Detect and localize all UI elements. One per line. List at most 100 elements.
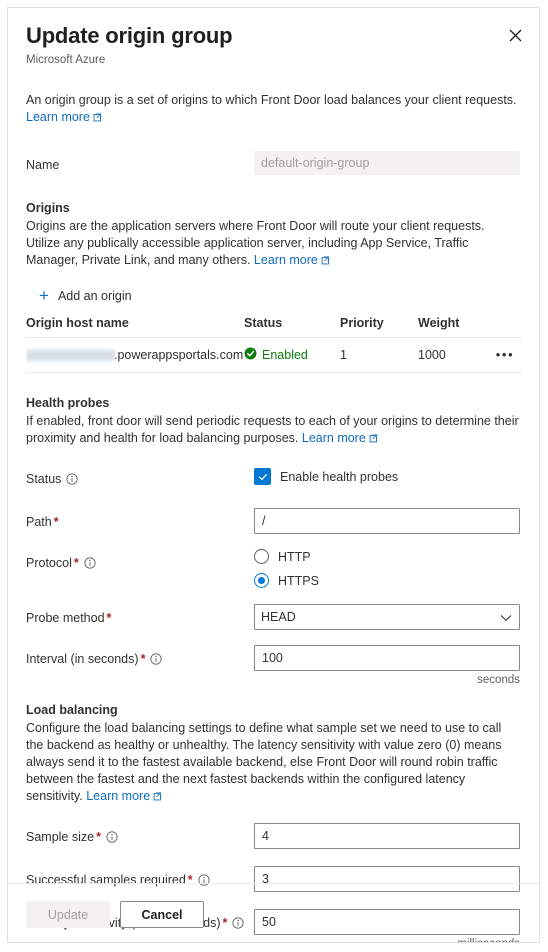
intro-learn-more-label: Learn more bbox=[26, 110, 90, 124]
origins-learn-more-link[interactable]: Learn more bbox=[254, 253, 330, 267]
successful-samples-field-label: Successful samples required bbox=[26, 873, 186, 887]
path-row: Path * bbox=[26, 508, 521, 535]
load-balancing-learn-more-label: Learn more bbox=[86, 789, 151, 803]
origins-section: Origins Origins are the application serv… bbox=[26, 200, 522, 373]
health-probes-description-text: If enabled, front door will send periodi… bbox=[26, 414, 519, 445]
enable-health-probes-label: Enable health probes bbox=[280, 469, 399, 484]
intro-learn-more-link[interactable]: Learn more bbox=[26, 110, 102, 124]
page-title: Update origin group bbox=[26, 23, 233, 48]
status-label-cell: Status bbox=[26, 465, 254, 494]
latency-unit-label: milliseconds bbox=[254, 938, 520, 942]
origins-table: Origin host name Status Priority Weight … bbox=[26, 316, 522, 373]
status-badge: Enabled bbox=[244, 347, 308, 363]
external-link-icon bbox=[153, 789, 162, 806]
interval-row: Interval (in seconds)* seconds bbox=[26, 645, 521, 686]
successful-samples-input[interactable] bbox=[254, 866, 520, 892]
load-balancing-description: Configure the load balancing settings to… bbox=[26, 720, 521, 806]
required-asterisk: * bbox=[73, 556, 79, 570]
info-icon[interactable] bbox=[106, 826, 118, 852]
cell-status: Enabled bbox=[244, 337, 340, 373]
footer-actions: Update Cancel bbox=[26, 901, 204, 928]
plus-icon: + bbox=[39, 286, 49, 305]
status-row: Status Enable health probes bbox=[26, 465, 521, 494]
protocol-option-label: HTTPS bbox=[278, 573, 319, 588]
protocol-radio-group: HTTP HTTPS bbox=[254, 549, 521, 588]
required-asterisk: * bbox=[140, 652, 146, 666]
add-an-origin-label: Add an origin bbox=[57, 288, 132, 303]
required-asterisk: * bbox=[53, 515, 59, 529]
health-probes-description: If enabled, front door will send periodi… bbox=[26, 413, 521, 448]
protocol-label-cell: Protocol * bbox=[26, 549, 254, 578]
protocol-row: Protocol * HTTP HTTPS bbox=[26, 549, 521, 588]
sample-size-field-label: Sample size bbox=[26, 830, 95, 844]
name-label: Name bbox=[26, 158, 60, 172]
probe-method-field-label: Probe method bbox=[26, 611, 105, 625]
page-subtitle: Microsoft Azure bbox=[26, 54, 106, 66]
path-label-cell: Path * bbox=[26, 508, 254, 535]
probe-method-select[interactable]: HEAD bbox=[254, 604, 520, 630]
intro-text: An origin group is a set of origins to w… bbox=[26, 92, 521, 127]
table-row[interactable]: .powerappsportals.com Enabled 1 1000 ••• bbox=[26, 337, 522, 373]
external-link-icon bbox=[93, 110, 102, 127]
cell-priority: 1 bbox=[340, 337, 418, 373]
path-input[interactable] bbox=[254, 508, 520, 534]
status-field-label: Status bbox=[26, 472, 62, 486]
sample-size-row: Sample size * bbox=[26, 823, 521, 852]
health-probes-learn-more-label: Learn more bbox=[301, 431, 366, 445]
cancel-button[interactable]: Cancel bbox=[120, 901, 204, 928]
panel-header: Update origin group Microsoft Azure bbox=[8, 8, 539, 68]
footer-divider bbox=[8, 883, 539, 884]
info-icon[interactable] bbox=[66, 468, 79, 494]
cell-origin-host-name: .powerappsportals.com bbox=[26, 337, 244, 373]
origins-heading: Origins bbox=[26, 201, 70, 215]
sample-size-label-cell: Sample size * bbox=[26, 823, 254, 852]
update-origin-group-panel: Update origin group Microsoft Azure An o… bbox=[7, 7, 540, 943]
add-an-origin-button[interactable]: + Add an origin bbox=[39, 287, 132, 304]
interval-input[interactable] bbox=[254, 645, 520, 671]
update-button[interactable]: Update bbox=[26, 901, 110, 928]
info-icon[interactable] bbox=[150, 648, 163, 674]
probe-method-label-cell: Probe method * bbox=[26, 604, 254, 631]
protocol-radio-https[interactable]: HTTPS bbox=[254, 573, 521, 588]
close-icon[interactable] bbox=[501, 21, 529, 49]
radio-selected-icon bbox=[254, 573, 269, 588]
required-asterisk: * bbox=[106, 611, 112, 625]
load-balancing-learn-more-link[interactable]: Learn more bbox=[86, 789, 162, 803]
health-probes-heading: Health probes bbox=[26, 396, 110, 410]
name-input[interactable] bbox=[254, 151, 520, 175]
name-row: Name bbox=[26, 151, 521, 178]
protocol-radio-http[interactable]: HTTP bbox=[254, 549, 521, 564]
required-asterisk: * bbox=[187, 873, 193, 887]
intro-description: An origin group is a set of origins to w… bbox=[26, 93, 517, 107]
table-header-row: Origin host name Status Priority Weight bbox=[26, 316, 522, 338]
enable-health-probes-checkbox[interactable]: Enable health probes bbox=[254, 465, 521, 485]
sample-size-input[interactable] bbox=[254, 823, 520, 849]
column-header-weight: Weight bbox=[418, 316, 488, 338]
protocol-field-label: Protocol bbox=[26, 556, 72, 570]
successful-samples-row: Successful samples required * bbox=[26, 866, 521, 895]
required-asterisk: * bbox=[222, 916, 228, 930]
probe-method-row: Probe method * HEAD bbox=[26, 604, 521, 631]
column-header-actions bbox=[488, 316, 522, 338]
path-field-label: Path bbox=[26, 515, 52, 529]
latency-sensitivity-input[interactable] bbox=[254, 909, 520, 935]
required-asterisk: * bbox=[96, 830, 101, 844]
column-header-origin-host-name: Origin host name bbox=[26, 316, 244, 338]
column-header-status: Status bbox=[244, 316, 340, 338]
protocol-option-label: HTTP bbox=[278, 549, 311, 564]
info-icon[interactable] bbox=[232, 912, 244, 938]
info-icon[interactable] bbox=[198, 869, 210, 895]
checkbox-checked-icon bbox=[254, 468, 271, 485]
external-link-icon bbox=[369, 431, 378, 448]
cell-weight: 1000 bbox=[418, 337, 488, 373]
info-icon[interactable] bbox=[84, 552, 96, 578]
external-link-icon bbox=[321, 253, 330, 270]
row-context-menu-icon[interactable]: ••• bbox=[496, 347, 514, 362]
origins-learn-more-label: Learn more bbox=[253, 253, 318, 267]
radio-unselected-icon bbox=[254, 549, 269, 564]
health-probes-learn-more-link[interactable]: Learn more bbox=[302, 431, 378, 445]
interval-unit-label: seconds bbox=[477, 674, 520, 686]
hostname-suffix: .powerappsportals.com bbox=[114, 348, 244, 362]
check-circle-icon bbox=[244, 347, 257, 363]
health-probes-section: Health probes If enabled, front door wil… bbox=[26, 395, 521, 686]
